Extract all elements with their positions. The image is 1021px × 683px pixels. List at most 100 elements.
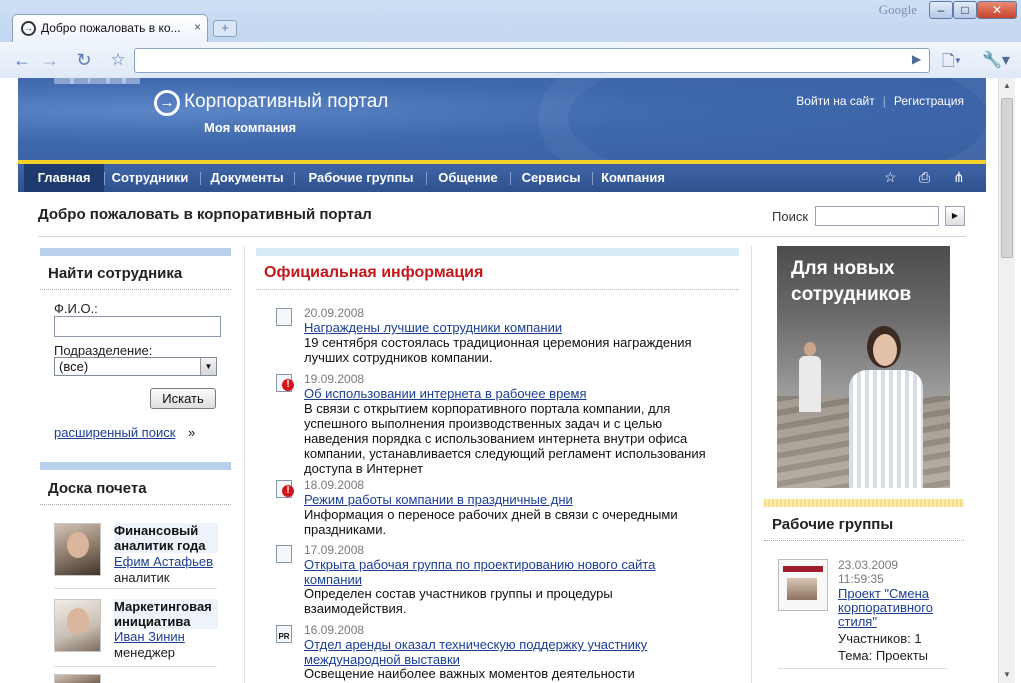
bookmark-star-icon[interactable]: ☆ bbox=[106, 50, 130, 72]
avatar[interactable] bbox=[54, 674, 101, 683]
find-employee-bar bbox=[40, 248, 231, 256]
new-employees-banner[interactable]: Для новых сотрудников bbox=[777, 246, 950, 488]
wrench-menu-icon[interactable]: 🔧▾ bbox=[982, 50, 1010, 70]
maximize-button[interactable]: □ bbox=[953, 1, 977, 19]
work-group-date-time: 11:59:35 bbox=[838, 572, 884, 586]
close-window-button[interactable]: ✕ bbox=[977, 1, 1017, 19]
advanced-search-link[interactable]: расширенный поиск bbox=[54, 425, 175, 440]
honor-person-role: аналитик bbox=[114, 570, 170, 585]
work-group-title-link[interactable]: Проект "Смена корпоративного стиля" bbox=[838, 587, 958, 629]
work-group-thumbnail[interactable] bbox=[778, 559, 828, 611]
menu-item-services[interactable]: Сервисы bbox=[514, 164, 588, 192]
menu-item-work-groups[interactable]: Рабочие группы bbox=[300, 164, 422, 192]
alert-icon bbox=[276, 480, 294, 498]
register-link[interactable]: Регистрация bbox=[894, 94, 964, 108]
pr-icon: PR bbox=[276, 625, 292, 643]
avatar[interactable] bbox=[54, 523, 101, 576]
arrow-logo-icon: → bbox=[21, 21, 36, 36]
news-text: Определен состав участников группы и про… bbox=[304, 586, 613, 616]
menu-item-documents[interactable]: Документы bbox=[204, 164, 290, 192]
news-title-link[interactable]: Об использовании интернета в рабочее вре… bbox=[304, 386, 724, 401]
browser-tab[interactable]: → Добро пожаловать в ко... × bbox=[12, 14, 208, 42]
main-menu: Главная Сотрудники Документы Рабочие гру… bbox=[18, 164, 986, 192]
header-decoration bbox=[538, 78, 986, 160]
news-date: 20.09.2008 bbox=[304, 306, 365, 320]
department-select-value: (все) bbox=[59, 359, 89, 374]
scrollbar-thumb[interactable] bbox=[1001, 98, 1013, 258]
scroll-down-icon[interactable]: ▼ bbox=[999, 667, 1015, 683]
divider bbox=[256, 289, 739, 290]
menu-item-home[interactable]: Главная bbox=[24, 164, 104, 192]
tab-close-icon[interactable]: × bbox=[194, 20, 201, 34]
address-bar[interactable] bbox=[134, 48, 930, 73]
browser-chrome: → Добро пожаловать в ко... × + Google – … bbox=[0, 0, 1021, 78]
banner-text: Для новых сотрудников bbox=[791, 256, 911, 308]
work-groups-title: Рабочие группы bbox=[772, 516, 894, 533]
scroll-up-icon[interactable]: ▲ bbox=[999, 78, 1015, 94]
company-name: Моя компания bbox=[204, 120, 297, 135]
browser-brand: Google bbox=[878, 2, 917, 17]
honor-person-link[interactable]: Иван Зинин bbox=[114, 629, 185, 644]
work-group-topic: Тема: Проекты bbox=[838, 648, 928, 663]
news-title-link[interactable]: Открыта рабочая группа по проектированию… bbox=[304, 557, 704, 587]
new-tab-button[interactable]: + bbox=[213, 20, 237, 37]
page-title: Добро пожаловать в корпоративный портал bbox=[38, 206, 372, 223]
forward-icon[interactable]: → bbox=[38, 50, 62, 72]
news-date: 18.09.2008 bbox=[304, 478, 365, 492]
news-date: 19.09.2008 bbox=[304, 372, 365, 386]
news-text: 19 сентября состоялась традиционная цере… bbox=[304, 335, 692, 365]
sitemap-icon[interactable]: ⋔ bbox=[953, 169, 965, 186]
honor-person-link[interactable]: Ефим Астафьев bbox=[114, 554, 213, 569]
column-divider-right bbox=[751, 246, 752, 683]
search-input[interactable] bbox=[815, 206, 939, 226]
menu-item-communication[interactable]: Общение bbox=[430, 164, 506, 192]
favorites-star-icon[interactable]: ☆ bbox=[884, 169, 897, 186]
menu-item-company[interactable]: Компания bbox=[596, 164, 670, 192]
work-group-members: Участников: 1 bbox=[838, 631, 922, 646]
reload-icon[interactable]: ↻ bbox=[72, 50, 96, 72]
divider bbox=[38, 236, 966, 237]
page-menu-icon[interactable]: 🗋▾ bbox=[942, 50, 961, 77]
department-select[interactable]: (все) ▼ bbox=[54, 357, 217, 376]
official-info-bar bbox=[256, 248, 739, 256]
work-groups-bar bbox=[764, 499, 964, 507]
divider bbox=[778, 668, 948, 669]
official-info-title: Официальная информация bbox=[264, 264, 484, 281]
column-divider-left bbox=[244, 246, 245, 683]
banner-man-graphic bbox=[797, 342, 823, 412]
avatar[interactable] bbox=[54, 599, 101, 652]
news-title-link[interactable]: Награждены лучшие сотрудники компании bbox=[304, 320, 724, 335]
portal-title[interactable]: Корпоративный портал bbox=[184, 91, 388, 113]
print-icon[interactable]: ⎙ bbox=[919, 169, 930, 186]
divider bbox=[54, 666, 217, 667]
advanced-search-arrow: » bbox=[188, 425, 196, 440]
page-viewport: → Корпоративный портал Моя компания Войт… bbox=[18, 78, 986, 683]
banner-line-1: Для новых bbox=[791, 258, 895, 279]
browser-toolbar: ← → ↻ ☆ ▶ 🗋▾ 🔧▾ bbox=[0, 42, 1021, 78]
auth-links: Войти на сайт | Регистрация bbox=[796, 94, 964, 108]
tab-title: Добро пожаловать в ко... bbox=[41, 21, 181, 35]
news-title-link[interactable]: Отдел аренды оказал техническую поддержк… bbox=[304, 637, 704, 667]
divider bbox=[54, 588, 217, 589]
department-label: Подразделение: bbox=[54, 343, 153, 358]
back-icon[interactable]: ← bbox=[10, 50, 34, 72]
fio-input[interactable] bbox=[54, 316, 221, 337]
search-label: Поиск bbox=[772, 209, 809, 224]
news-date: 16.09.2008 bbox=[304, 623, 365, 637]
banner-woman-graphic bbox=[843, 326, 927, 488]
fio-label: Ф.И.О.: bbox=[54, 301, 98, 316]
portal-logo-icon[interactable]: → bbox=[154, 90, 180, 116]
vertical-scrollbar[interactable]: ▲ ▼ bbox=[998, 78, 1015, 683]
chevron-down-icon: ▼ bbox=[200, 358, 216, 375]
divider bbox=[40, 504, 231, 505]
minimize-button[interactable]: – bbox=[929, 1, 953, 19]
go-arrow-icon[interactable]: ▶ bbox=[912, 52, 921, 66]
menu-item-employees[interactable]: Сотрудники bbox=[106, 164, 194, 192]
news-title-link[interactable]: Режим работы компании в праздничные дни bbox=[304, 492, 724, 507]
honor-board-title: Доска почета bbox=[48, 480, 147, 497]
find-employee-button[interactable]: Искать bbox=[150, 388, 216, 409]
news-date: 17.09.2008 bbox=[304, 543, 365, 557]
document-icon bbox=[276, 545, 292, 563]
login-link[interactable]: Войти на сайт bbox=[796, 94, 874, 108]
search-go-button[interactable]: ▶ bbox=[945, 206, 965, 226]
